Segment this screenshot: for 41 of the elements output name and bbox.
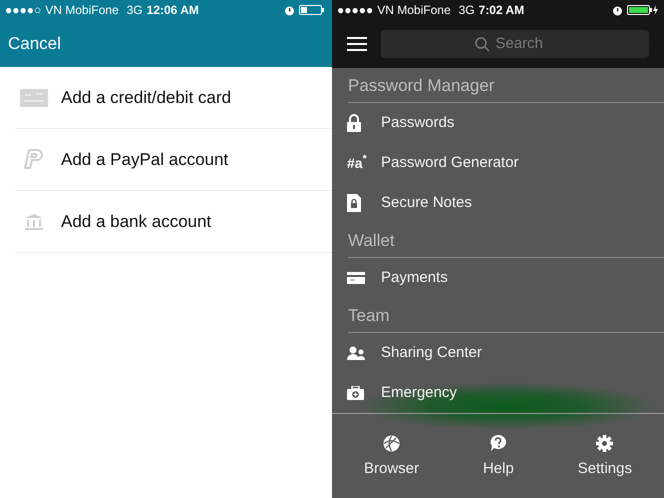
menu-item[interactable]: Secure Notes	[332, 183, 664, 223]
section-heading: Password Manager	[348, 68, 664, 103]
status-time: 7:02 AM	[478, 2, 524, 19]
help-icon	[489, 434, 508, 452]
generator-icon: #a$^{*}$	[347, 152, 367, 174]
carrier-name: VN MobiFone	[377, 2, 451, 19]
settings-icon	[596, 434, 614, 452]
status-time: 12:06 AM	[146, 2, 199, 19]
search-field[interactable]: Search	[496, 32, 556, 56]
menu-item[interactable]: Payments	[332, 258, 664, 298]
option-label[interactable]: Add a PayPal account	[61, 146, 228, 172]
menu-item[interactable]: Emergency	[332, 373, 664, 413]
paypal-icon	[23, 148, 45, 172]
option-label[interactable]: Add a credit/debit card	[61, 84, 232, 110]
lock-icon	[347, 114, 361, 132]
globe-icon	[382, 434, 400, 452]
menu-item[interactable]: #a$^{*}$ Password Generator	[332, 143, 664, 183]
signal-indicator: ●●●●○	[5, 2, 42, 19]
menu-item[interactable]: Sharing Center	[332, 333, 664, 373]
carrier-name: VN MobiFone	[45, 2, 119, 19]
card-icon	[20, 88, 48, 106]
search-icon	[474, 36, 490, 52]
bank-icon	[24, 212, 44, 230]
alarm-icon	[284, 4, 295, 16]
signal-indicator: ●●●●●	[337, 2, 374, 19]
people-icon	[347, 346, 365, 360]
note-icon	[347, 194, 361, 212]
tab-button[interactable]: Settings	[566, 434, 644, 480]
cancel-button[interactable]: Cancel	[8, 30, 61, 56]
section-heading: Team	[348, 298, 664, 333]
alarm-icon	[612, 4, 623, 16]
network-type: 3G	[458, 2, 475, 19]
card-icon	[347, 272, 365, 284]
menu-icon[interactable]	[347, 37, 367, 51]
tab-button[interactable]: Browser	[352, 434, 431, 480]
section-heading: Wallet	[348, 223, 664, 258]
menu-item[interactable]: Passwords	[332, 103, 664, 143]
medkit-icon	[347, 386, 364, 400]
tab-button[interactable]: Help	[470, 434, 526, 480]
option-label[interactable]: Add a bank account	[61, 208, 212, 234]
network-type: 3G	[126, 2, 143, 19]
